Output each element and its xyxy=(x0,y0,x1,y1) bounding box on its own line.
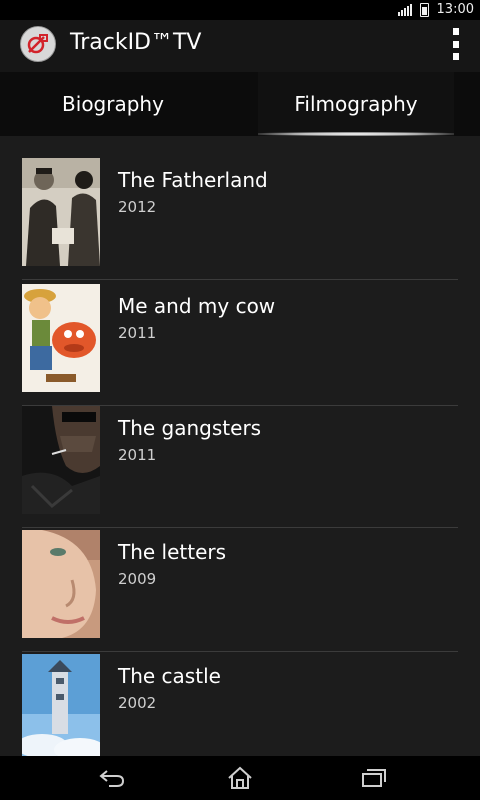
film-title: The gangsters xyxy=(118,416,262,440)
film-poster xyxy=(22,158,100,266)
film-title: The castle xyxy=(118,664,221,688)
film-year: 2011 xyxy=(118,324,157,342)
film-list-item[interactable]: Me and my cow 2011 xyxy=(22,284,458,406)
filmography-list[interactable]: The Fatherland 2012 Me and my cow 2011 T… xyxy=(0,136,480,756)
film-year: 2002 xyxy=(118,694,157,712)
film-poster xyxy=(22,530,100,638)
film-title: The letters xyxy=(118,540,227,564)
film-list-item[interactable]: The letters 2009 xyxy=(22,530,458,652)
list-divider xyxy=(22,279,458,280)
film-list-item[interactable]: The castle 2002 xyxy=(22,654,458,756)
tab-biography[interactable]: Biography xyxy=(0,72,226,136)
trackid-logo-icon[interactable] xyxy=(20,26,56,62)
film-poster xyxy=(22,284,100,392)
list-divider xyxy=(22,527,458,528)
home-icon[interactable] xyxy=(220,762,260,794)
overflow-menu-icon[interactable] xyxy=(450,28,462,60)
tab-bar: Biography Filmography xyxy=(0,72,480,136)
film-poster xyxy=(22,406,100,514)
film-year: 2011 xyxy=(118,446,157,464)
film-year: 2009 xyxy=(118,570,157,588)
status-bar: 13:00 xyxy=(0,0,480,20)
film-list-item[interactable]: The Fatherland 2012 xyxy=(22,158,458,280)
status-time: 13:00 xyxy=(436,2,474,17)
navigation-bar xyxy=(0,756,480,800)
film-year: 2012 xyxy=(118,198,157,216)
app-title: TrackID™TV xyxy=(70,30,202,55)
list-divider xyxy=(22,651,458,652)
action-bar: TrackID™TV xyxy=(0,20,480,72)
recent-apps-icon[interactable] xyxy=(354,762,394,794)
battery-icon xyxy=(419,2,429,17)
film-list-item[interactable]: The gangsters 2011 xyxy=(22,406,458,528)
signal-icon xyxy=(397,3,412,16)
status-indicators: 13:00 xyxy=(397,2,474,17)
back-icon[interactable] xyxy=(92,762,132,794)
film-title: The Fatherland xyxy=(118,168,268,192)
tab-filmography[interactable]: Filmography xyxy=(258,72,454,136)
film-title: Me and my cow xyxy=(118,294,276,318)
film-poster xyxy=(22,654,100,756)
